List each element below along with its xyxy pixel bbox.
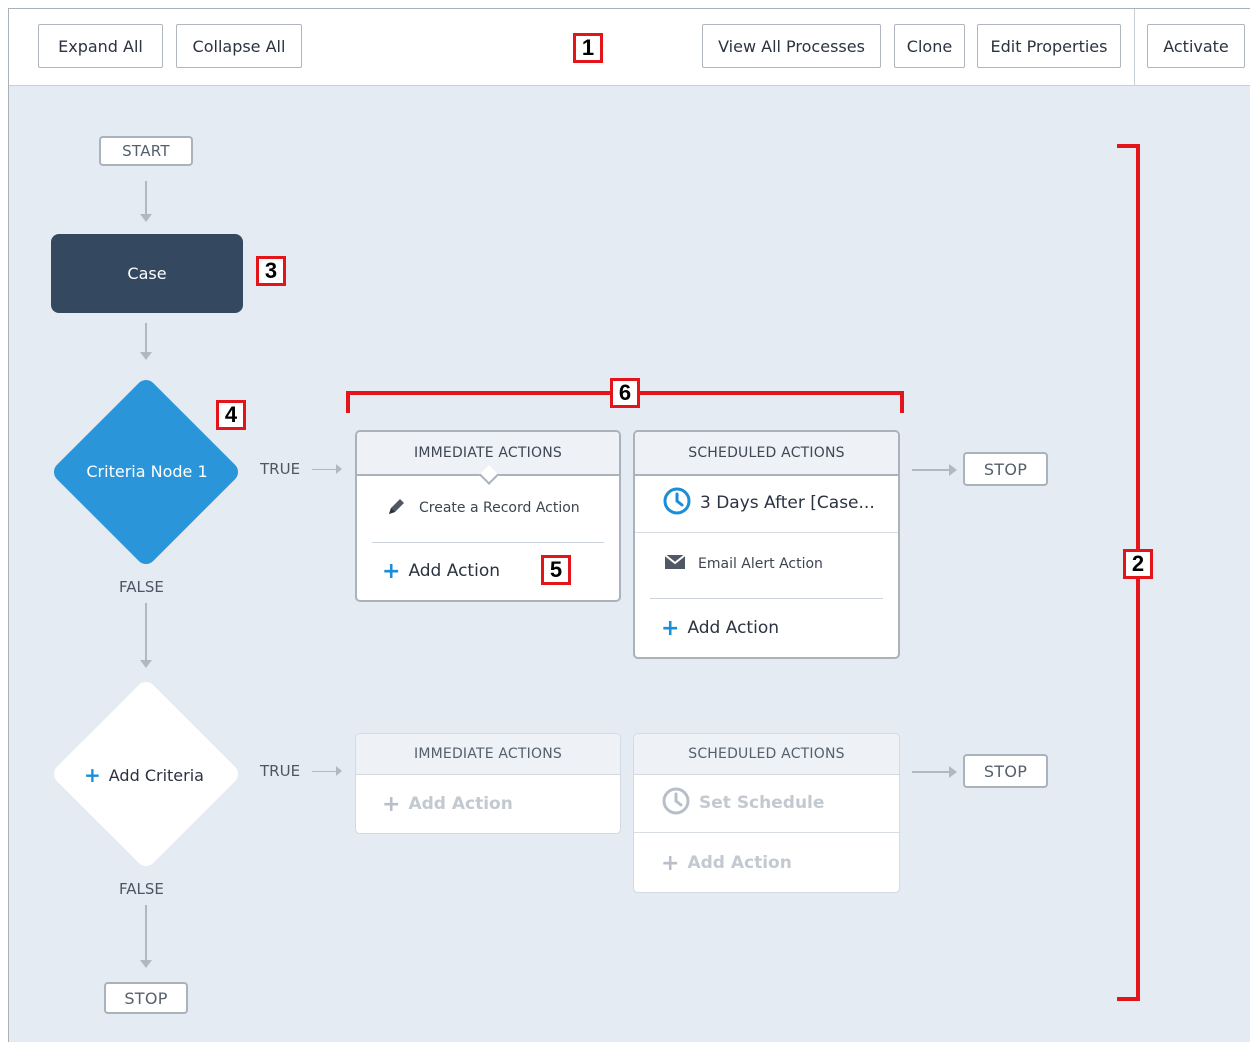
- bracket-left-tick: [346, 391, 350, 413]
- schedule-label: 3 Days After [Case...: [700, 493, 875, 513]
- scheduled-actions-header: SCHEDULED ACTIONS: [634, 734, 899, 775]
- connector: [145, 323, 147, 353]
- add-action-label: Add Action: [408, 794, 513, 814]
- add-action-scheduled-1[interactable]: + Add Action: [661, 613, 779, 643]
- bracket-top-tick: [1117, 144, 1140, 148]
- plus-icon: +: [382, 791, 401, 817]
- annotation-6: 6: [610, 378, 640, 408]
- divider: [634, 832, 899, 833]
- envelope-icon: [664, 554, 686, 574]
- annotation-5: 5: [541, 555, 571, 585]
- bracket-right-tick: [900, 391, 904, 413]
- edit-properties-button[interactable]: Edit Properties: [977, 24, 1121, 68]
- add-action-label: Add Action: [408, 561, 500, 581]
- add-criteria-label: Add Criteria: [108, 765, 204, 785]
- annotation-4: 4: [216, 400, 246, 430]
- email-alert-action[interactable]: Email Alert Action: [664, 552, 823, 576]
- true-label: TRUE: [260, 460, 301, 478]
- pencil-icon: [386, 495, 408, 521]
- false-label: FALSE: [119, 578, 164, 596]
- immediate-actions-header: IMMEDIATE ACTIONS: [356, 734, 620, 775]
- connector: [912, 469, 952, 471]
- add-action-immediate-1[interactable]: + Add Action: [382, 556, 500, 586]
- arrow-right-icon: [949, 464, 957, 476]
- view-all-processes-button[interactable]: View All Processes: [702, 24, 881, 68]
- connector: [145, 905, 147, 961]
- arrow-down-icon: [140, 660, 152, 668]
- plus-icon: +: [661, 850, 680, 876]
- add-action-immediate-2[interactable]: + Add Action: [382, 789, 513, 819]
- start-node: START: [99, 136, 193, 166]
- divider: [635, 532, 898, 533]
- divider: [372, 542, 604, 543]
- plus-icon: +: [84, 763, 101, 787]
- plus-icon: +: [382, 558, 401, 584]
- arrow-down-icon: [140, 960, 152, 968]
- add-action-label: Add Action: [687, 618, 779, 638]
- arrow-down-icon: [140, 214, 152, 222]
- divider: [650, 598, 883, 599]
- add-action-scheduled-2[interactable]: + Add Action: [661, 848, 792, 878]
- collapse-all-button[interactable]: Collapse All: [176, 24, 302, 68]
- add-criteria-label-row[interactable]: + Add Criteria: [84, 760, 204, 790]
- add-action-label: Add Action: [687, 853, 792, 873]
- email-alert-label: Email Alert Action: [698, 556, 823, 572]
- clock-icon: [661, 786, 691, 820]
- set-schedule-item[interactable]: Set Schedule: [661, 786, 825, 820]
- connector: [912, 771, 952, 773]
- connector: [312, 771, 338, 772]
- arrow-right-icon: [949, 766, 957, 778]
- set-schedule-label: Set Schedule: [699, 793, 825, 813]
- process-canvas: [9, 86, 1250, 1042]
- bracket-bottom-tick: [1117, 997, 1140, 1001]
- plus-icon: +: [661, 615, 680, 641]
- arrow-right-icon: [336, 766, 342, 776]
- schedule-item[interactable]: 3 Days After [Case...: [662, 486, 875, 520]
- annotation-2: 2: [1123, 549, 1153, 579]
- criteria-node-1-label: Criteria Node 1: [86, 461, 208, 481]
- clock-icon: [662, 486, 692, 520]
- connector: [145, 181, 147, 215]
- stop-node: STOP: [963, 754, 1048, 788]
- connector: [312, 469, 338, 470]
- final-stop-node: STOP: [104, 982, 188, 1014]
- clone-button[interactable]: Clone: [894, 24, 965, 68]
- toolbar-divider: [1134, 9, 1135, 85]
- arrow-down-icon: [140, 352, 152, 360]
- create-record-action-label: Create a Record Action: [419, 500, 580, 516]
- scheduled-actions-header: SCHEDULED ACTIONS: [635, 432, 898, 476]
- create-record-action[interactable]: Create a Record Action: [386, 494, 580, 522]
- connector: [145, 603, 147, 661]
- false-label: FALSE: [119, 880, 164, 898]
- true-label: TRUE: [260, 762, 301, 780]
- annotation-1: 1: [573, 33, 603, 63]
- expand-all-button[interactable]: Expand All: [38, 24, 163, 68]
- annotation-3: 3: [256, 256, 286, 286]
- arrow-right-icon: [336, 464, 342, 474]
- object-node[interactable]: Case: [51, 234, 243, 313]
- activate-button[interactable]: Activate: [1147, 24, 1245, 68]
- stop-node: STOP: [963, 452, 1048, 486]
